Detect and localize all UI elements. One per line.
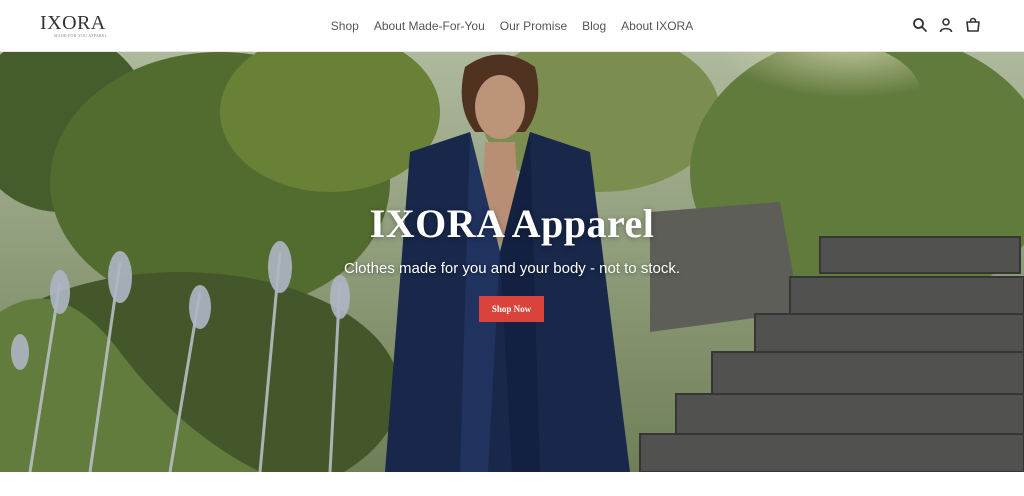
brand-logo[interactable]: IXORA MADE-FOR-YOU APPAREL [40, 12, 107, 40]
search-icon[interactable] [912, 17, 928, 33]
nav-link-about-ixora[interactable]: About IXORA [621, 19, 693, 33]
nav-link-about-made-for-you[interactable]: About Made-For-You [374, 19, 485, 33]
account-icon[interactable] [938, 17, 954, 33]
site-header: IXORA MADE-FOR-YOU APPAREL Shop About Ma… [0, 0, 1024, 52]
shop-now-button[interactable]: Shop Now [479, 296, 544, 322]
hero-banner: IXORA Apparel Clothes made for you and y… [0, 52, 1024, 472]
main-navigation: Shop About Made-For-You Our Promise Blog… [0, 0, 1024, 52]
nav-link-our-promise[interactable]: Our Promise [500, 19, 567, 33]
hero-subtitle: Clothes made for you and your body - not… [343, 260, 680, 277]
nav-link-shop[interactable]: Shop [331, 19, 359, 33]
logo-text: IXORA [40, 12, 106, 34]
cart-icon[interactable] [965, 17, 981, 33]
nav-link-blog[interactable]: Blog [582, 19, 606, 33]
hero-title: IXORA Apparel [369, 201, 655, 246]
logo-tagline: MADE-FOR-YOU APPAREL [54, 33, 108, 38]
